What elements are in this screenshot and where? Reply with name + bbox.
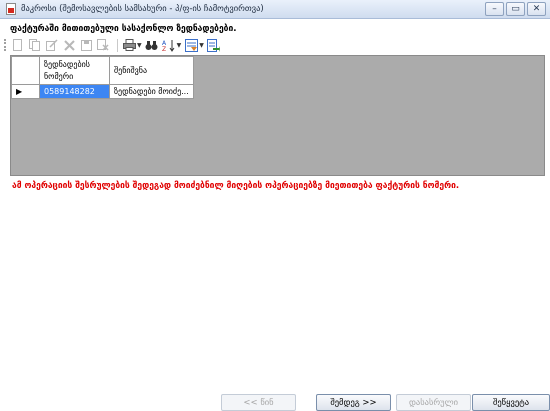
window-controls: – ▭ ✕ <box>485 2 546 16</box>
grid-table: ზედნადების ნომერი შენიშვნა ▶ 0589148282 … <box>11 56 194 99</box>
app-icon <box>6 3 16 15</box>
toolbar: ▼ AZ ▼ ▼ <box>0 36 550 54</box>
title-bar: მაკროსი (შემოსავლების სამსახური - პ/ფ-ის… <box>0 0 550 19</box>
operation-message: ამ ოპერაციის შესრულების შედეგად მოიძებნი… <box>12 181 460 191</box>
grid-corner-cell[interactable] <box>11 56 40 85</box>
waybill-number-cell[interactable]: 0589148282 <box>39 84 110 99</box>
finish-button[interactable]: დასასრული <box>396 394 471 411</box>
instruction-text: ფაქტურაში მითითებული სასაქონლო ზედნადებე… <box>10 24 237 34</box>
close-button[interactable]: ✕ <box>527 2 546 16</box>
toolbar-separator <box>117 38 118 52</box>
table-row[interactable]: ▶ 0589148282 ზედნადები მოიძე... <box>11 84 194 99</box>
column-header-waybill-number[interactable]: ზედნადების ნომერი <box>39 56 110 85</box>
cancel-edit-icon[interactable] <box>96 38 110 52</box>
print-icon[interactable] <box>122 38 136 52</box>
next-button[interactable]: შემდეგ >> <box>316 394 391 411</box>
grid-header-row: ზედნადების ნომერი შენიშვნა <box>11 56 194 85</box>
find-binoculars-icon[interactable] <box>145 38 159 52</box>
cancel-button[interactable]: შეწყვეტა <box>472 394 550 411</box>
edit-document-icon[interactable] <box>45 38 59 52</box>
note-cell[interactable]: ზედნადები მოიძე... <box>109 84 194 99</box>
delete-icon[interactable] <box>62 38 76 52</box>
svg-text:Z: Z <box>162 46 166 52</box>
sort-az-icon[interactable]: AZ <box>162 38 176 52</box>
new-document-icon[interactable] <box>11 38 25 52</box>
sort-dropdown-icon[interactable]: ▼ <box>177 42 182 49</box>
filter-icon[interactable] <box>184 38 198 52</box>
copy-document-icon[interactable] <box>28 38 42 52</box>
column-header-note[interactable]: შენიშვნა <box>109 56 194 85</box>
window-title: მაკროსი (შემოსავლების სამსახური - პ/ფ-ის… <box>21 4 264 14</box>
back-button[interactable]: << წინ <box>221 394 296 411</box>
row-indicator-icon[interactable]: ▶ <box>11 84 40 99</box>
save-icon[interactable] <box>79 38 93 52</box>
print-dropdown-icon[interactable]: ▼ <box>137 42 142 49</box>
restore-button[interactable]: ▭ <box>506 2 525 16</box>
invoice-waybill-grid[interactable]: ზედნადების ნომერი შენიშვნა ▶ 0589148282 … <box>10 55 545 176</box>
filter-dropdown-icon[interactable]: ▼ <box>199 42 204 49</box>
export-icon[interactable] <box>207 38 221 52</box>
toolbar-grip <box>4 39 7 51</box>
minimize-button[interactable]: – <box>485 2 504 16</box>
